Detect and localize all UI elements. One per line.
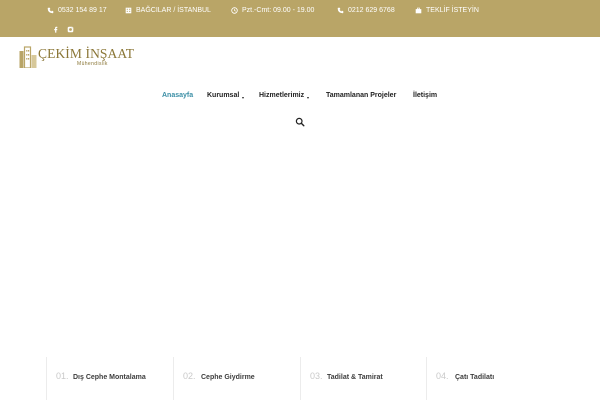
nav-item-hizmetlerimiz[interactable]: Hizmetlerimiz xyxy=(259,92,310,99)
logo-building-icon xyxy=(19,46,37,68)
topbar-location: BAĞCILAR / İSTANBUL xyxy=(125,0,211,21)
topbar-quote-text: TEKLİF İSTEYİN xyxy=(426,7,479,14)
building-icon xyxy=(125,7,132,14)
service-number: 04. xyxy=(436,371,449,381)
services-strip: 01. Dış Cephe Montalama 02. Cephe Giydir… xyxy=(46,357,600,400)
logo-title: ÇEKİM İNŞAAT xyxy=(38,46,135,61)
nav-item-label: İletişim xyxy=(413,92,438,99)
briefcase-icon xyxy=(415,7,422,14)
main-nav: Anasayfa Kurumsal Hizmetlerimiz Tamamlan… xyxy=(0,90,600,104)
topbar-phone-mobile[interactable]: 0532 154 89 17 xyxy=(47,0,107,21)
instagram-icon xyxy=(67,26,74,33)
service-number: 01. xyxy=(56,371,69,381)
service-item[interactable]: 03. Tadilat & Tamirat xyxy=(300,357,426,400)
site-logo[interactable]: ÇEKİM İNŞAAT Mühendislik xyxy=(19,45,134,69)
nav-item-kurumsal[interactable]: Kurumsal xyxy=(207,92,245,99)
service-number: 02. xyxy=(183,371,196,381)
top-bar: 0532 154 89 17 BAĞCILAR / İSTANBUL Pzt.-… xyxy=(0,0,600,37)
search-icon xyxy=(295,117,305,127)
logo-subtitle: Mühendislik xyxy=(77,61,108,67)
service-label: Çatı Tadilatı xyxy=(455,374,495,381)
service-label: Cephe Giydirme xyxy=(201,374,255,381)
topbar-location-text: BAĞCILAR / İSTANBUL xyxy=(136,7,211,14)
facebook-icon xyxy=(52,26,59,33)
chevron-down-icon xyxy=(242,97,245,99)
service-label: Tadilat & Tamirat xyxy=(327,374,383,381)
instagram-link[interactable] xyxy=(67,19,74,39)
phone-icon xyxy=(337,7,344,14)
nav-item-label: Tamamlanan Projeler xyxy=(326,92,397,99)
clock-icon xyxy=(231,7,238,14)
phone-icon xyxy=(47,7,54,14)
service-item[interactable]: 02. Cephe Giydirme xyxy=(173,357,300,400)
nav-item-label: Kurumsal xyxy=(207,92,240,99)
service-item[interactable]: 04. Çatı Tadilatı xyxy=(426,357,600,400)
topbar-phone-office-text: 0212 629 6768 xyxy=(348,7,395,14)
nav-item-anasayfa[interactable]: Anasayfa xyxy=(162,92,193,99)
topbar-phone-mobile-text: 0532 154 89 17 xyxy=(58,7,107,14)
topbar-hours: Pzt.-Cmt: 09.00 - 19.00 xyxy=(231,0,314,21)
nav-item-tamamlanan-projeler[interactable]: Tamamlanan Projeler xyxy=(326,92,396,99)
search-button[interactable] xyxy=(295,114,305,127)
topbar-hours-text: Pzt.-Cmt: 09.00 - 19.00 xyxy=(242,7,315,14)
service-item[interactable]: 01. Dış Cephe Montalama xyxy=(46,357,173,400)
nav-item-iletisim[interactable]: İletişim xyxy=(413,92,437,99)
chevron-down-icon xyxy=(307,97,310,99)
facebook-link[interactable] xyxy=(52,19,59,39)
topbar-phone-office[interactable]: 0212 629 6768 xyxy=(337,0,395,21)
topbar-quote-link[interactable]: TEKLİF İSTEYİN xyxy=(415,0,479,21)
service-number: 03. xyxy=(310,371,323,381)
nav-item-label: Anasayfa xyxy=(162,92,194,99)
nav-item-label: Hizmetlerimiz xyxy=(259,92,305,99)
service-label: Dış Cephe Montalama xyxy=(73,374,146,381)
